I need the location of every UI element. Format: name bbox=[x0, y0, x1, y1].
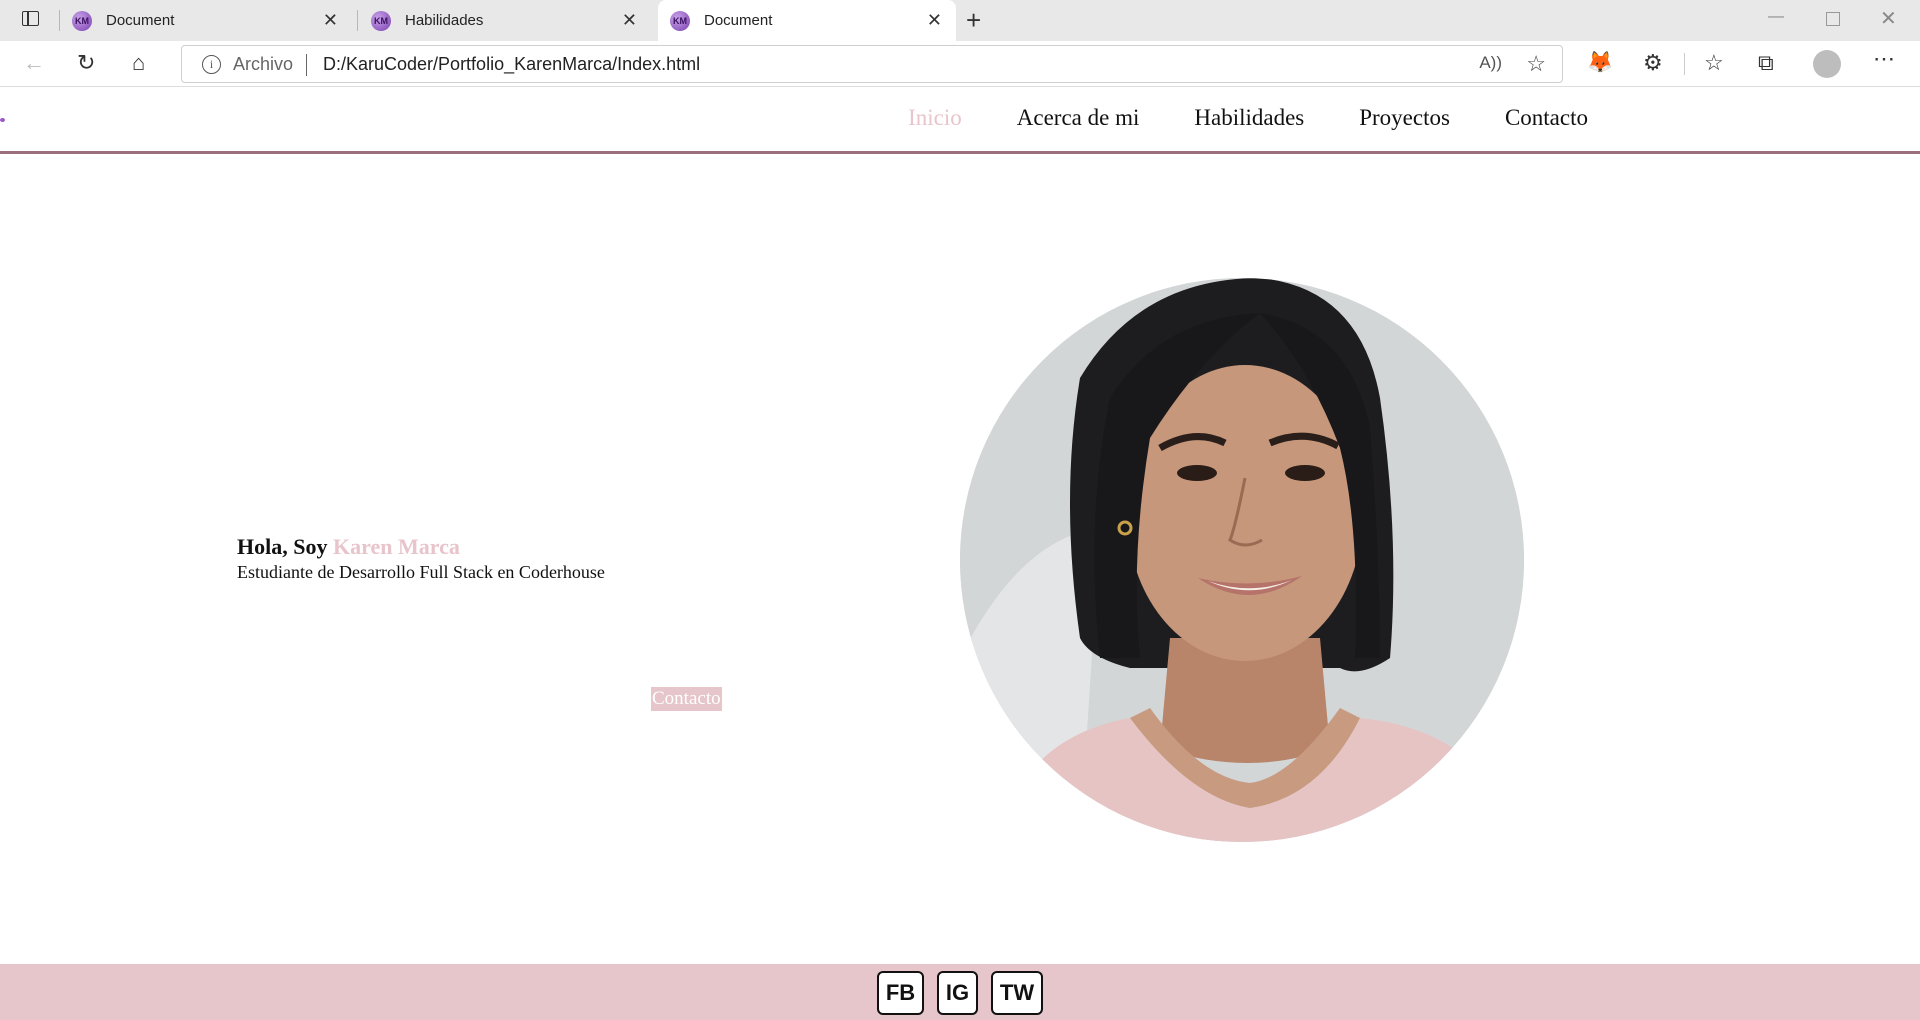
tab-actions-icon[interactable] bbox=[18, 9, 44, 31]
close-icon[interactable]: ✕ bbox=[622, 11, 637, 29]
home-icon[interactable]: ⌂ bbox=[132, 51, 145, 75]
scheme-label: Archivo bbox=[233, 54, 294, 74]
browser-toolbar: ← ↻ ⌂ i Archivo D:/KaruCoder/Portfolio_K… bbox=[0, 41, 1920, 87]
greeting: Hola, Soy bbox=[237, 534, 328, 559]
info-icon[interactable]: i bbox=[202, 55, 221, 74]
read-aloud-icon[interactable]: A)) bbox=[1479, 53, 1502, 73]
minimize-icon[interactable]: — bbox=[1768, 8, 1784, 26]
extensions-icon[interactable]: ⚙ bbox=[1643, 51, 1663, 75]
hero-text: Hola, Soy Karen Marca Estudiante de Desa… bbox=[237, 534, 605, 583]
hero-title: Hola, Soy Karen Marca bbox=[237, 534, 605, 560]
tab-title: Document bbox=[704, 12, 773, 29]
divider bbox=[306, 54, 307, 76]
nav-item-contacto[interactable]: Contacto bbox=[1505, 105, 1588, 131]
facebook-link[interactable]: FB bbox=[877, 971, 924, 1015]
reload-icon[interactable]: ↻ bbox=[77, 51, 95, 75]
favicon-icon: KM bbox=[371, 10, 391, 31]
site-footer: FB IG TW bbox=[0, 964, 1920, 1020]
nav-item-acerca[interactable]: Acerca de mi bbox=[1017, 105, 1140, 131]
contact-button[interactable]: Contacto bbox=[651, 687, 722, 711]
favorites-icon[interactable]: ☆ bbox=[1704, 51, 1724, 75]
tab-document-active[interactable]: KM Document ✕ bbox=[658, 0, 956, 41]
nav-item-habilidades[interactable]: Habilidades bbox=[1194, 105, 1304, 131]
tab-title: Habilidades bbox=[405, 12, 484, 29]
address-bar[interactable]: i Archivo D:/KaruCoder/Portfolio_KarenMa… bbox=[181, 45, 1563, 83]
tab-separator bbox=[59, 10, 60, 31]
add-favorite-icon[interactable]: ☆ bbox=[1526, 51, 1546, 77]
tab-strip: KM Document ✕ KM Habilidades ✕ KM Docume… bbox=[0, 0, 1920, 41]
nav-item-proyectos[interactable]: Proyectos bbox=[1359, 105, 1450, 131]
close-icon[interactable]: ✕ bbox=[927, 11, 942, 29]
nav-menu: Inicio Acerca de mi Habilidades Proyecto… bbox=[908, 105, 1588, 131]
logo-icon[interactable] bbox=[0, 118, 5, 122]
close-icon[interactable]: ✕ bbox=[323, 11, 338, 29]
new-tab-icon[interactable]: + bbox=[966, 6, 981, 34]
metamask-extension-icon[interactable]: 🦊 bbox=[1587, 51, 1613, 75]
twitter-link[interactable]: TW bbox=[991, 971, 1043, 1015]
more-menu-icon[interactable]: ⋯ bbox=[1873, 47, 1895, 71]
hero-name: Karen Marca bbox=[332, 534, 460, 559]
tab-habilidades[interactable]: KM Habilidades ✕ bbox=[371, 0, 651, 41]
collections-icon[interactable]: ⧉ bbox=[1758, 51, 1774, 75]
back-icon[interactable]: ← bbox=[23, 51, 45, 75]
url-text[interactable]: D:/KaruCoder/Portfolio_KarenMarca/Index.… bbox=[323, 54, 700, 75]
tab-document-1[interactable]: KM Document ✕ bbox=[72, 0, 352, 41]
profile-avatar-icon[interactable] bbox=[1813, 50, 1841, 78]
profile-photo bbox=[960, 278, 1524, 842]
restore-icon[interactable] bbox=[1826, 12, 1840, 26]
favicon-icon: KM bbox=[72, 10, 92, 31]
toolbar-divider bbox=[1684, 53, 1685, 75]
site-navbar: Inicio Acerca de mi Habilidades Proyecto… bbox=[0, 88, 1920, 154]
tab-title: Document bbox=[106, 12, 175, 29]
tab-separator bbox=[357, 10, 358, 31]
favicon-icon: KM bbox=[670, 10, 690, 31]
nav-item-inicio[interactable]: Inicio bbox=[908, 105, 962, 131]
window-close-icon[interactable]: ✕ bbox=[1880, 6, 1897, 31]
hero-subtitle: Estudiante de Desarrollo Full Stack en C… bbox=[237, 562, 605, 582]
instagram-link[interactable]: IG bbox=[937, 971, 978, 1015]
